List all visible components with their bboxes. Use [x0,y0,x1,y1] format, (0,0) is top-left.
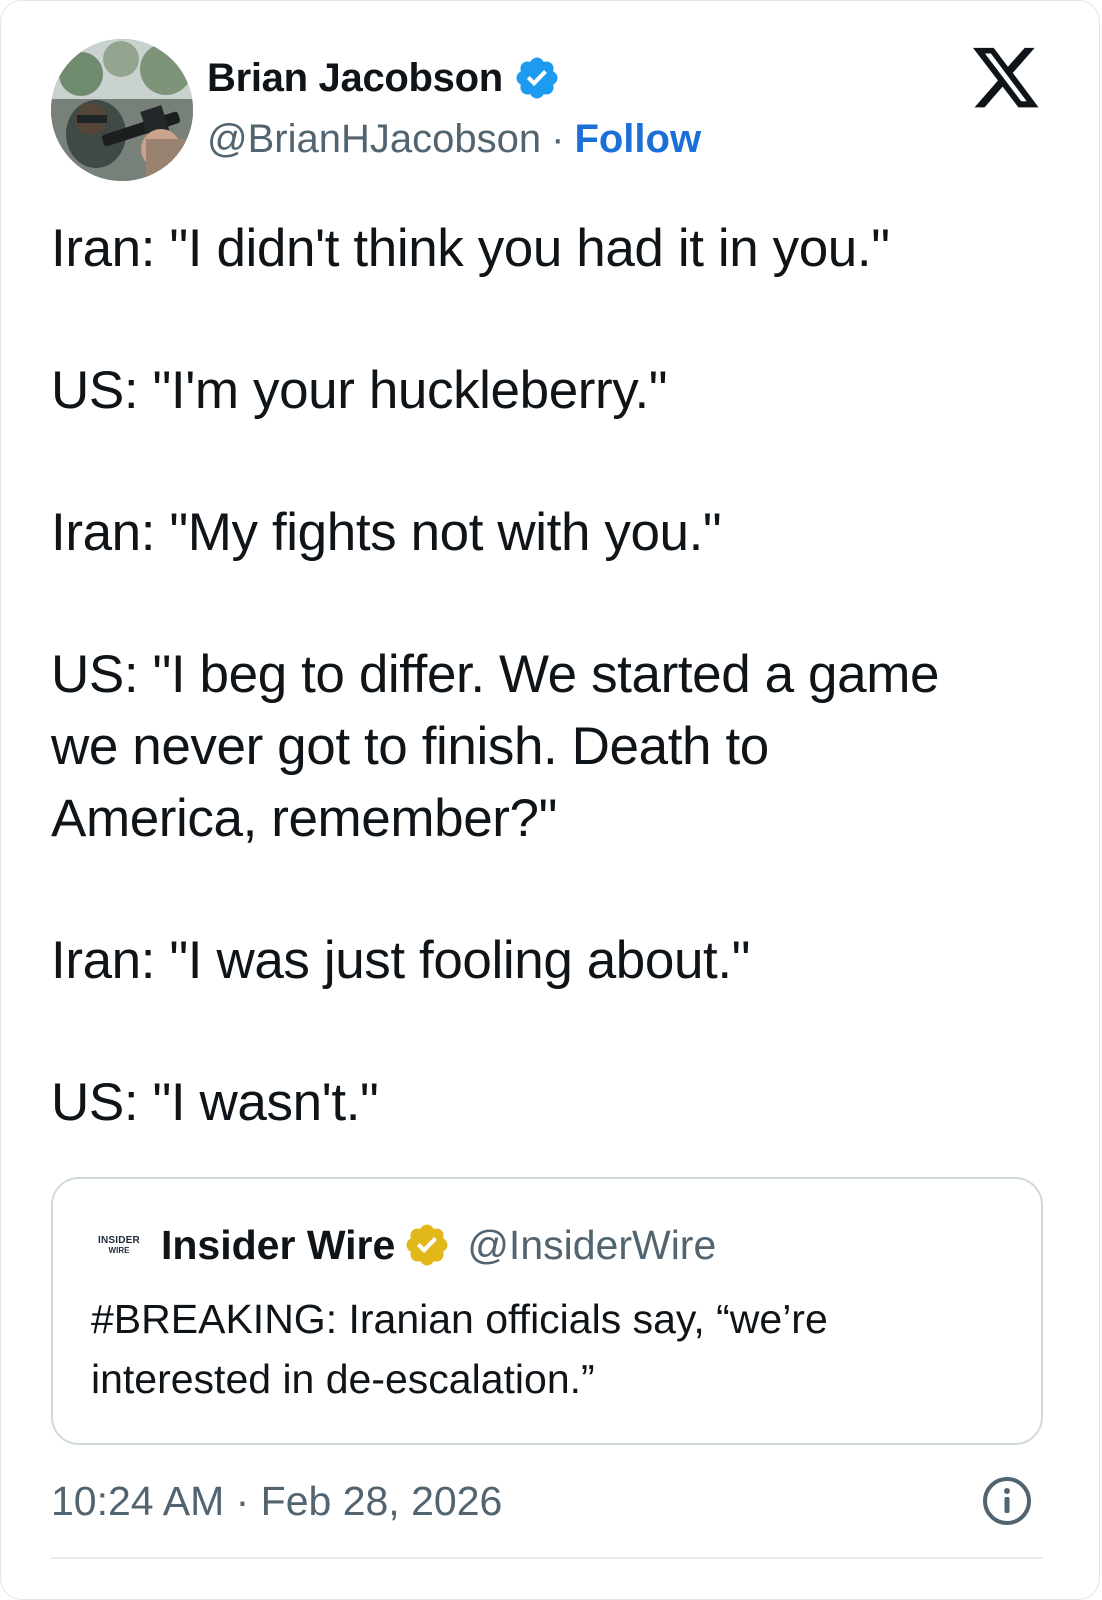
tweet-line: Iran: "I was just fooling about." [51,931,751,990]
info-icon[interactable] [981,1475,1033,1527]
footer-divider [51,1557,1043,1559]
quoted-logo-line1: INSIDER [98,1235,140,1246]
gold-verified-badge-icon [406,1224,448,1266]
tweet-line: Iran: "My fights not with you." [51,503,722,562]
quoted-author-name: Insider Wire [161,1221,396,1268]
tweet-line: US: "I wasn't." [51,1073,379,1132]
quoted-author-handle: @InsiderWire [467,1221,717,1268]
tweet-card: Brian Jacobson @BrianHJacobson · Follow … [0,0,1100,1600]
quoted-tweet-text: #BREAKING: Iranian officials say, “we’re… [91,1296,828,1402]
tweet-line: Iran: "I didn't think you had it in you.… [51,219,890,278]
handle-separator: · [551,116,565,161]
tweet-line: US: "I beg to differ. We started a game … [51,645,940,848]
tweet-text: Iran: "I didn't think you had it in you.… [51,213,1061,1139]
quoted-tweet[interactable]: INSIDER WIRE Insider Wire @InsiderWire #… [51,1177,1043,1445]
follow-button[interactable]: Follow [574,117,701,162]
tweet-timestamp[interactable]: 10:24 AM · Feb 28, 2026 [51,1478,502,1525]
x-logo-icon[interactable] [973,47,1041,111]
author-info: Brian Jacobson @BrianHJacobson · Follow [207,53,907,163]
tweet-line: US: "I'm your huckleberry." [51,361,668,420]
author-name-row: Brian Jacobson [207,53,907,103]
quoted-author-avatar: INSIDER WIRE [91,1227,147,1263]
author-handle-row: @BrianHJacobson · Follow [207,115,907,163]
tweet-footer: 10:24 AM · Feb 28, 2026 [51,1471,1043,1531]
tweet-header: Brian Jacobson @BrianHJacobson · Follow [51,39,1051,183]
avatar-image [51,39,193,181]
quoted-logo-line2: WIRE [108,1246,130,1255]
author-display-name[interactable]: Brian Jacobson [207,56,503,101]
verified-badge-icon [516,57,558,99]
quoted-tweet-header: INSIDER WIRE Insider Wire @InsiderWire [91,1219,716,1271]
author-handle[interactable]: @BrianHJacobson [207,117,541,162]
author-avatar[interactable] [51,39,193,181]
